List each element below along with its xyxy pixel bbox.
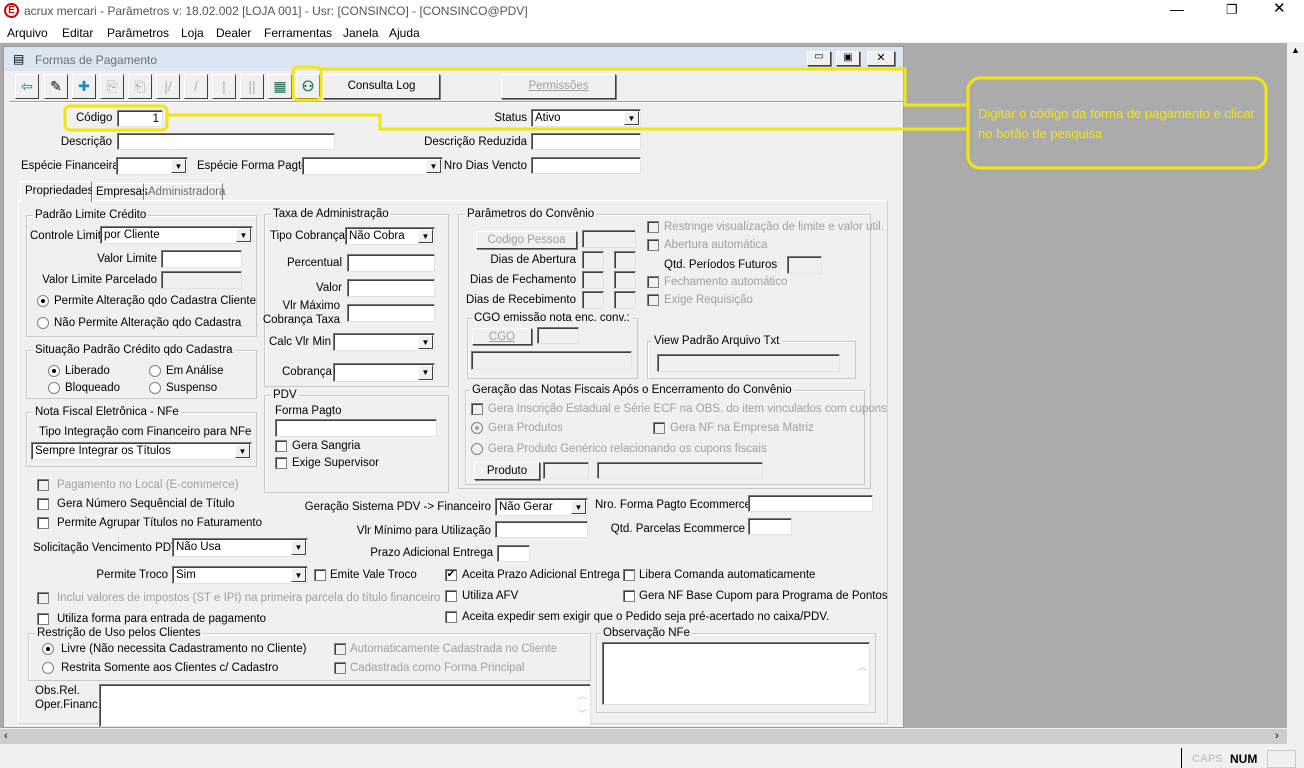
annotation-connector-2 bbox=[167, 113, 968, 131]
annotation-connector-1 bbox=[321, 67, 968, 107]
binoculars-highlight bbox=[291, 65, 323, 102]
codigo-highlight bbox=[63, 104, 169, 132]
annotation-text: Digitar o código da forma de pagamento e… bbox=[978, 106, 1255, 141]
